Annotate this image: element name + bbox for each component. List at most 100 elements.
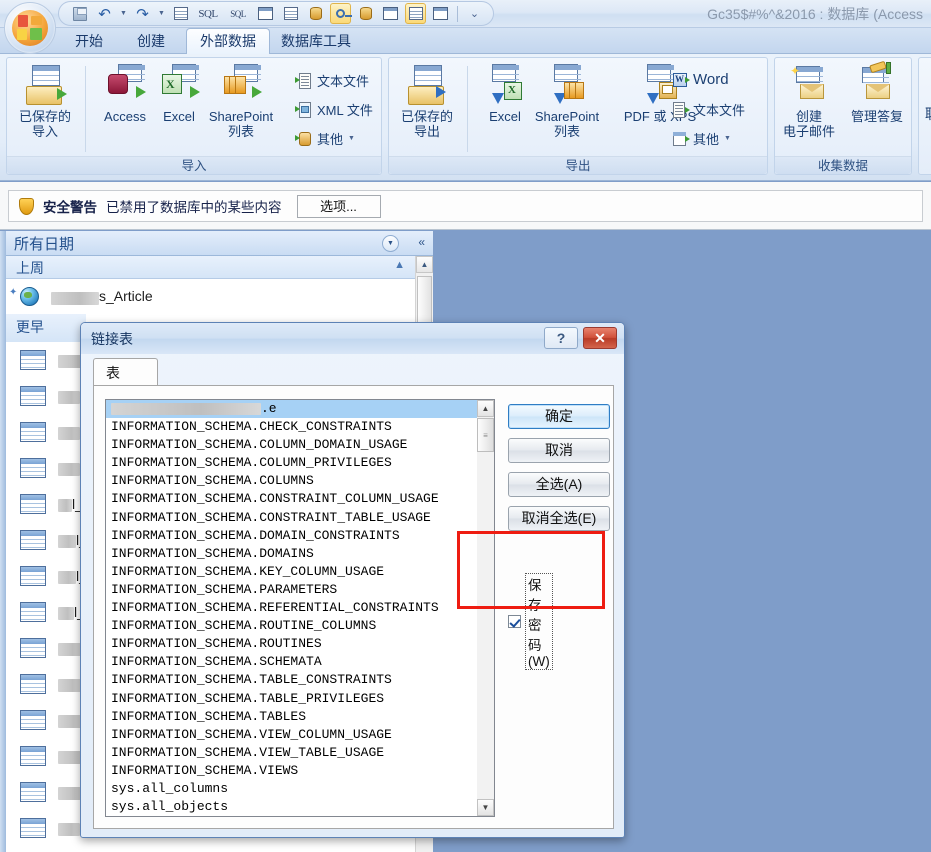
list-item[interactable]: INFORMATION_SCHEMA.CHECK_CONSTRAINTS xyxy=(106,418,478,436)
security-warning-title: 安全警告 xyxy=(43,196,97,216)
redo-icon[interactable]: ↷ xyxy=(132,3,153,24)
help-icon[interactable]: ? xyxy=(544,327,578,349)
redacted-text xyxy=(58,643,82,656)
list-item[interactable]: INFORMATION_SCHEMA.KEY_COLUMN_USAGE xyxy=(106,563,478,581)
cancel-button[interactable]: 取消 xyxy=(508,438,610,463)
security-warning-bar: 安全警告 已禁用了数据库中的某些内容 选项... xyxy=(0,182,931,230)
list-item[interactable]: INFORMATION_SCHEMA.CONSTRAINT_COLUMN_USA… xyxy=(106,490,478,508)
chevron-up-icon[interactable]: ▲ xyxy=(394,259,405,271)
list-item[interactable]: INFORMATION_SCHEMA.DOMAINS xyxy=(106,545,478,563)
quick-access-toolbar[interactable]: ↶ ▼ ↷ ▼ SQL SQL ⌄ xyxy=(58,1,494,26)
run-query-icon[interactable] xyxy=(280,3,301,24)
deselect-all-button[interactable]: 取消全选(E) xyxy=(508,506,610,531)
property-sheet-icon[interactable] xyxy=(380,3,401,24)
ok-button[interactable]: 确定 xyxy=(508,404,610,429)
scroll-down-icon[interactable]: ▼ xyxy=(477,799,494,816)
list-item[interactable]: INFORMATION_SCHEMA.TABLES xyxy=(106,708,478,726)
customize-qat-icon[interactable]: ⌄ xyxy=(464,3,485,24)
list-item[interactable]: INFORMATION_SCHEMA.PARAMETERS xyxy=(106,581,478,599)
list-item[interactable]: INFORMATION_SCHEMA.COLUMNS xyxy=(106,472,478,490)
list-item[interactable]: INFORMATION_SCHEMA.ROUTINE_COLUMNS xyxy=(106,617,478,635)
list-item[interactable]: INFORMATION_SCHEMA.VIEWS xyxy=(106,762,478,780)
select-all-button[interactable]: 全选(A) xyxy=(508,472,610,497)
checkbox-checked-icon[interactable] xyxy=(508,615,521,628)
export-word-button[interactable]: W Word xyxy=(671,71,729,88)
nav-group-earlier[interactable]: 更早 xyxy=(6,314,86,342)
nav-group-last-week-label: 上周 xyxy=(16,258,44,278)
save-icon[interactable] xyxy=(69,3,90,24)
undo-icon[interactable]: ↶ xyxy=(94,3,115,24)
office-button[interactable] xyxy=(4,2,56,54)
list-item[interactable]: sys.all_objects xyxy=(106,798,478,816)
saved-exports-icon xyxy=(406,64,448,106)
redacted-text xyxy=(58,463,80,476)
text-file-icon xyxy=(671,102,688,118)
import-text-file-button[interactable]: 文本文件 xyxy=(295,71,369,90)
ribbon-group-partial: 联 xyxy=(918,57,931,175)
undo-dropdown-icon[interactable]: ▼ xyxy=(119,3,128,24)
form-icon[interactable] xyxy=(405,3,426,24)
nav-list-item[interactable]: l_Blog xyxy=(6,846,433,852)
export-sharepoint-button[interactable]: SharePoint 列表 xyxy=(519,64,615,139)
ribbon-group-collect-data-title: 收集数据 xyxy=(775,156,911,174)
shortcut-star-icon: ✦ xyxy=(9,287,17,298)
redacted-text xyxy=(58,607,74,620)
sql-view-icon[interactable]: SQL xyxy=(225,3,251,24)
listbox-scrollbar-thumb[interactable]: ≡ xyxy=(477,418,494,452)
list-item-selected[interactable]: .e xyxy=(106,400,478,418)
report-icon[interactable] xyxy=(430,3,451,24)
chevron-down-icon[interactable]: ▼ xyxy=(724,135,731,142)
design-view-icon[interactable] xyxy=(255,3,276,24)
datasheet-icon[interactable] xyxy=(170,3,191,24)
list-item[interactable]: INFORMATION_SCHEMA.VIEW_TABLE_USAGE xyxy=(106,744,478,762)
import-sharepoint-button[interactable]: SharePoint 列表 xyxy=(193,64,289,139)
list-item[interactable]: INFORMATION_SCHEMA.COLUMN_DOMAIN_USAGE xyxy=(106,436,478,454)
list-item[interactable]: INFORMATION_SCHEMA.REFERENTIAL_CONSTRAIN… xyxy=(106,599,478,617)
export-text-file-button[interactable]: 文本文件 xyxy=(671,100,745,119)
import-other-button[interactable]: 其他 ▼ xyxy=(295,129,355,148)
table-icon xyxy=(20,350,46,370)
list-item[interactable]: INFORMATION_SCHEMA.TABLE_CONSTRAINTS xyxy=(106,671,478,689)
chevron-down-icon[interactable]: ▼ xyxy=(348,135,355,142)
chevron-down-icon[interactable]: ▼ xyxy=(382,235,399,252)
manage-replies-button[interactable]: 管理答复 xyxy=(841,64,913,124)
list-item[interactable]: sys.all_columns xyxy=(106,780,478,798)
list-item[interactable]: INFORMATION_SCHEMA.COLUMN_PRIVILEGES xyxy=(106,454,478,472)
dialog-tab-tables[interactable]: 表 xyxy=(93,358,158,386)
nav-item-article[interactable]: ✦ s_Article xyxy=(6,279,415,314)
saved-exports-button[interactable]: 已保存的 导出 xyxy=(391,64,463,139)
close-icon[interactable]: ✕ xyxy=(583,327,617,349)
scroll-up-icon[interactable]: ▲ xyxy=(416,256,433,273)
import-xml-file-button[interactable]: XML 文件 xyxy=(295,100,373,119)
list-item[interactable]: INFORMATION_SCHEMA.SCHEMATA xyxy=(106,653,478,671)
list-item[interactable]: INFORMATION_SCHEMA.DOMAIN_CONSTRAINTS xyxy=(106,527,478,545)
security-options-button[interactable]: 选项... xyxy=(297,195,381,218)
create-email-button[interactable]: ✦ 创建 电子邮件 xyxy=(773,64,845,139)
scroll-up-icon[interactable]: ▲ xyxy=(477,400,494,417)
list-item[interactable]: INFORMATION_SCHEMA.TABLE_PRIVILEGES xyxy=(106,690,478,708)
tab-external-data[interactable]: 外部数据 xyxy=(186,28,270,54)
nav-pane-header[interactable]: 所有日期 ▼ « xyxy=(6,231,433,256)
double-chevron-left-icon[interactable]: « xyxy=(418,235,425,249)
tab-database-tools[interactable]: 数据库工具 xyxy=(268,28,364,54)
tab-create[interactable]: 创建 xyxy=(124,28,178,54)
office-logo-icon xyxy=(12,10,48,46)
saved-imports-button[interactable]: 已保存的 导入 xyxy=(9,64,81,139)
table-icon xyxy=(20,746,46,766)
redacted-text xyxy=(58,823,80,836)
tab-home[interactable]: 开始 xyxy=(62,28,116,54)
database-icon[interactable] xyxy=(355,3,376,24)
relationships-icon[interactable] xyxy=(305,3,326,24)
export-other-button[interactable]: 其他 ▼ xyxy=(671,129,731,148)
sql-icon[interactable]: SQL xyxy=(195,3,221,24)
table-list-box[interactable]: .e INFORMATION_SCHEMA.CHECK_CONSTRAINTSI… xyxy=(105,399,495,817)
list-item[interactable]: INFORMATION_SCHEMA.VIEW_COLUMN_USAGE xyxy=(106,726,478,744)
redacted-text xyxy=(58,499,72,512)
redo-dropdown-icon[interactable]: ▼ xyxy=(157,3,166,24)
ribbon: 已保存的 导入 Access X Excel xyxy=(0,54,931,181)
list-item[interactable]: INFORMATION_SCHEMA.CONSTRAINT_TABLE_USAG… xyxy=(106,509,478,527)
linked-table-manager-icon[interactable] xyxy=(330,3,351,24)
list-item[interactable]: INFORMATION_SCHEMA.ROUTINES xyxy=(106,635,478,653)
sharepoint-export-icon xyxy=(546,64,588,106)
nav-group-last-week[interactable]: 上周 ▲ xyxy=(6,256,415,279)
